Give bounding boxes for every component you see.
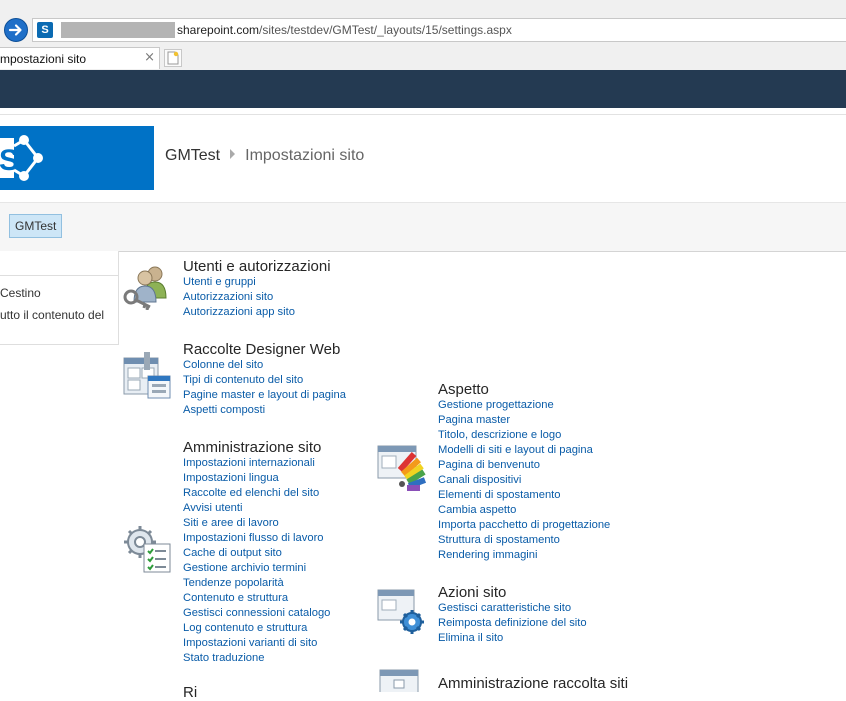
link-site-output-cache[interactable]: Cache di output sito xyxy=(183,546,330,561)
group-title-site-actions: Azioni sito xyxy=(438,584,507,601)
link-welcome-page[interactable]: Pagina di benvenuto xyxy=(438,458,610,473)
link-manage-site-features[interactable]: Gestisci caratteristiche sito xyxy=(438,601,587,616)
link-sites-workspaces[interactable]: Siti e aree di lavoro xyxy=(183,516,330,531)
link-translation-status[interactable]: Stato traduzione xyxy=(183,651,330,666)
group-title-partial: Ri xyxy=(183,684,198,701)
link-popularity-trends[interactable]: Tendenze popolarità xyxy=(183,576,330,591)
arrow-right-icon xyxy=(8,24,22,36)
link-language-settings[interactable]: Impostazioni lingua xyxy=(183,471,330,486)
link-title-description-logo[interactable]: Titolo, descrizione e logo xyxy=(438,428,610,443)
url-host: sharepoint.com xyxy=(177,23,260,37)
link-device-channels[interactable]: Canali dispositivi xyxy=(438,473,610,488)
breadcrumb: GMTest Impostazioni sito xyxy=(165,147,364,165)
quick-launch: Cestino utto il contenuto del xyxy=(0,251,119,345)
site-administration-icon xyxy=(124,526,171,573)
link-navigation-elements[interactable]: Elementi di spostamento xyxy=(438,488,610,503)
redacted-hostname xyxy=(61,22,175,38)
group-title-look-and-feel: Aspetto xyxy=(438,381,489,398)
group-links-users-permissions: Utenti e gruppi Autorizzazioni sito Auto… xyxy=(183,275,295,320)
browser-tab[interactable]: mpostazioni sito × xyxy=(0,47,160,69)
breadcrumb-site-link[interactable]: GMTest xyxy=(165,147,220,164)
address-bar[interactable]: S sharepoint.com/sites/testdev/GMTest/_l… xyxy=(32,18,846,42)
group-links-look-and-feel: Gestione progettazione Pagina master Tit… xyxy=(438,398,610,563)
suite-bar xyxy=(0,70,846,108)
top-navigation: GMTest xyxy=(0,202,846,252)
topnav-item-gmtest[interactable]: GMTest xyxy=(9,214,63,238)
back-button[interactable] xyxy=(4,18,28,42)
page-title: Impostazioni sito xyxy=(245,147,365,164)
web-designer-galleries-icon xyxy=(123,352,171,399)
group-title-users-permissions: Utenti e autorizzazioni xyxy=(183,258,331,275)
close-icon[interactable]: × xyxy=(144,50,155,65)
link-term-store-management[interactable]: Gestione archivio termini xyxy=(183,561,330,576)
quick-launch-divider xyxy=(0,275,118,276)
link-reset-site-definition[interactable]: Reimposta definizione del sito xyxy=(438,616,587,631)
link-user-alerts[interactable]: Avvisi utenti xyxy=(183,501,330,516)
new-tab-icon xyxy=(167,51,179,65)
link-content-structure-logs[interactable]: Log contenuto e struttura xyxy=(183,621,330,636)
link-catalog-connections[interactable]: Gestisci connessioni catalogo xyxy=(183,606,330,621)
group-links-web-designer-galleries: Colonne del sito Tipi di contenuto del s… xyxy=(183,358,346,418)
link-content-structure[interactable]: Contenuto e struttura xyxy=(183,591,330,606)
sharepoint-logo-icon: S xyxy=(0,135,43,181)
site-actions-icon xyxy=(377,589,424,634)
link-composed-looks[interactable]: Aspetti composti xyxy=(183,403,346,418)
link-master-page[interactable]: Pagina master xyxy=(438,413,610,428)
url-path: /sites/testdev/GMTest/_layouts/15/settin… xyxy=(259,23,512,37)
link-site-columns[interactable]: Colonne del sito xyxy=(183,358,346,373)
group-title-site-administration: Amministrazione sito xyxy=(183,439,322,456)
group-title-site-collection-administration: Amministrazione raccolta siti xyxy=(438,675,629,692)
site-collection-administration-icon xyxy=(379,669,419,692)
group-links-site-actions: Gestisci caratteristiche sito Reimposta … xyxy=(438,601,587,646)
look-and-feel-icon xyxy=(377,445,427,491)
users-permissions-icon xyxy=(123,266,167,310)
link-regional-settings[interactable]: Impostazioni internazionali xyxy=(183,456,330,471)
link-site-libraries-lists[interactable]: Raccolte ed elenchi del sito xyxy=(183,486,330,501)
link-design-manager[interactable]: Gestione progettazione xyxy=(438,398,610,413)
link-navigation[interactable]: Struttura di spostamento xyxy=(438,533,610,548)
breadcrumb-separator-icon xyxy=(230,149,236,159)
site-logo[interactable]: S xyxy=(0,126,154,190)
group-links-site-administration: Impostazioni internazionali Impostazioni… xyxy=(183,456,330,666)
link-app-permissions[interactable]: Autorizzazioni app sito xyxy=(183,305,295,320)
link-site-variation-settings[interactable]: Impostazioni varianti di sito xyxy=(183,636,330,651)
link-change-the-look[interactable]: Cambia aspetto xyxy=(438,503,610,518)
link-site-permissions[interactable]: Autorizzazioni sito xyxy=(183,290,295,305)
sharepoint-favicon-icon: S xyxy=(37,22,53,38)
link-import-design-package[interactable]: Importa pacchetto di progettazione xyxy=(438,518,610,533)
tab-title: mpostazioni sito xyxy=(0,52,87,66)
link-workflow-settings[interactable]: Impostazioni flusso di lavoro xyxy=(183,531,330,546)
link-users-groups[interactable]: Utenti e gruppi xyxy=(183,275,295,290)
link-master-pages[interactable]: Pagine master e layout di pagina xyxy=(183,388,346,403)
new-tab-button[interactable] xyxy=(164,49,182,67)
link-page-layouts[interactable]: Modelli di siti e layout di pagina xyxy=(438,443,610,458)
ribbon-strip xyxy=(0,108,846,115)
quick-launch-item-recycle-bin[interactable]: Cestino xyxy=(0,286,41,300)
address-url[interactable]: sharepoint.com/sites/testdev/GMTest/_lay… xyxy=(177,23,512,37)
group-title-web-designer-galleries: Raccolte Designer Web xyxy=(183,341,341,358)
link-delete-site[interactable]: Elimina il sito xyxy=(438,631,587,646)
link-site-content-types[interactable]: Tipi di contenuto del sito xyxy=(183,373,346,388)
link-image-renditions[interactable]: Rendering immagini xyxy=(438,548,610,563)
quick-launch-item-site-contents[interactable]: utto il contenuto del xyxy=(0,308,104,322)
